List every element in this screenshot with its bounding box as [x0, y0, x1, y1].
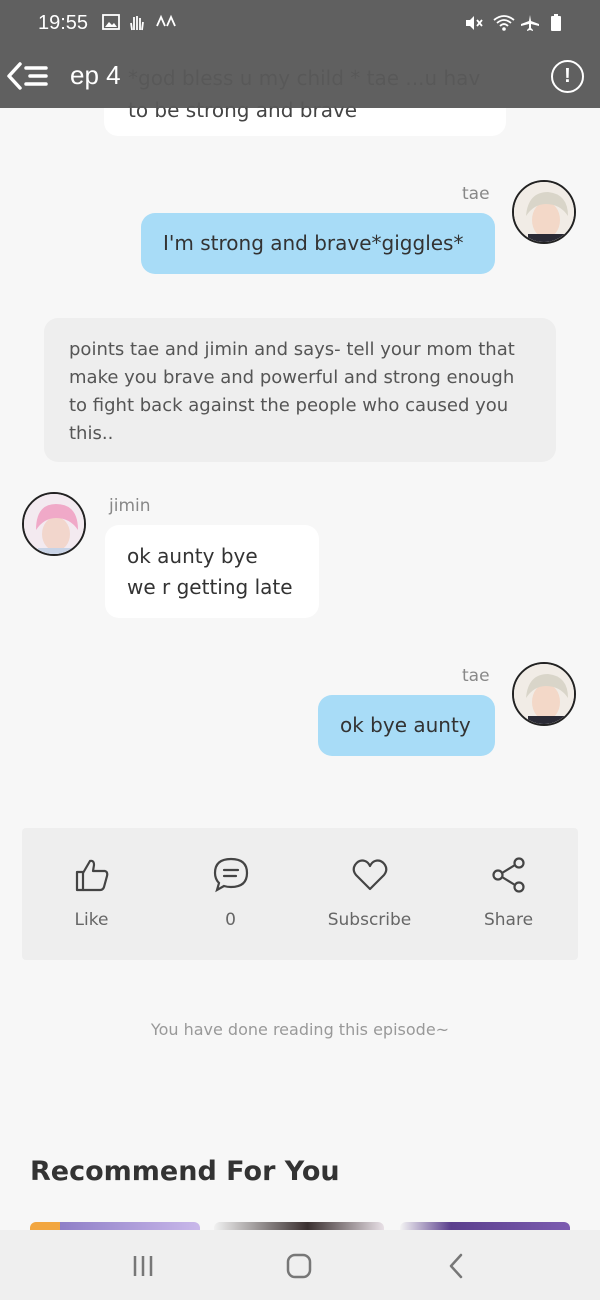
subscribe-button[interactable]: Subscribe	[300, 828, 439, 960]
thumbs-up-icon	[75, 859, 108, 892]
avatar-tae[interactable]	[512, 180, 576, 244]
avatar-jimin[interactable]	[22, 492, 86, 556]
comments-button[interactable]: 0	[161, 828, 300, 960]
episode-actions-panel: Like 0 Subscribe Share	[22, 828, 578, 960]
sender-name-jimin: jimin	[109, 496, 151, 516]
status-time: 19:55	[38, 12, 89, 34]
narration-text: points tae and jimin and says- tell your…	[69, 339, 515, 444]
narration-bubble: points tae and jimin and says- tell your…	[44, 318, 556, 462]
recommend-title: Recommend For You	[30, 1156, 340, 1187]
message-text: I'm strong and brave*giggles*	[163, 231, 464, 255]
app-badge-icon	[156, 14, 176, 27]
back-button[interactable]	[446, 1252, 466, 1280]
share-label: Share	[483, 910, 534, 930]
heart-icon	[352, 859, 387, 891]
mute-icon	[466, 16, 483, 30]
home-button[interactable]	[286, 1253, 312, 1279]
recent-apps-button[interactable]	[130, 1254, 156, 1278]
avatar-tae[interactable]	[512, 662, 576, 726]
wifi-icon	[493, 15, 515, 31]
comment-icon	[213, 857, 248, 893]
message-bubble-tae-1: I'm strong and brave*giggles*	[141, 213, 495, 274]
like-button[interactable]: Like	[22, 828, 161, 960]
system-navigation-bar	[0, 1230, 600, 1300]
message-text: ok bye aunty	[340, 713, 471, 737]
message-text-line2: we r getting late	[127, 575, 293, 599]
subscribe-label: Subscribe	[327, 910, 412, 930]
back-menu-button[interactable]	[6, 58, 50, 94]
gallery-icon	[102, 14, 120, 30]
message-bubble-jimin-1: ok aunty bye we r getting late	[105, 525, 319, 618]
like-label: Like	[74, 910, 109, 930]
airplane-icon	[521, 15, 539, 31]
message-text-line1: ok aunty bye	[127, 544, 258, 568]
sender-name-tae: tae	[462, 184, 490, 204]
comments-count: 0	[225, 910, 236, 930]
share-button[interactable]: Share	[439, 828, 578, 960]
hand-icon	[130, 16, 144, 31]
info-icon: !	[564, 65, 571, 87]
status-bar: 19:55	[0, 0, 600, 48]
sender-name-tae: tae	[462, 666, 490, 686]
message-bubble-tae-2: ok bye aunty	[318, 695, 495, 756]
avatar-jimin-image	[24, 494, 84, 554]
share-icon	[491, 857, 525, 893]
episode-title: ep 4	[70, 60, 121, 90]
avatar-tae-image	[514, 182, 574, 242]
avatar-tae-image	[514, 664, 574, 724]
info-button[interactable]: !	[551, 60, 584, 93]
top-overlay: 19:55 ep 4 !	[0, 0, 600, 108]
back-list-icon	[7, 62, 48, 90]
episode-end-text: You have done reading this episode~	[150, 1020, 450, 1039]
battery-icon	[551, 14, 561, 31]
nav-row: ep 4 !	[0, 48, 600, 108]
